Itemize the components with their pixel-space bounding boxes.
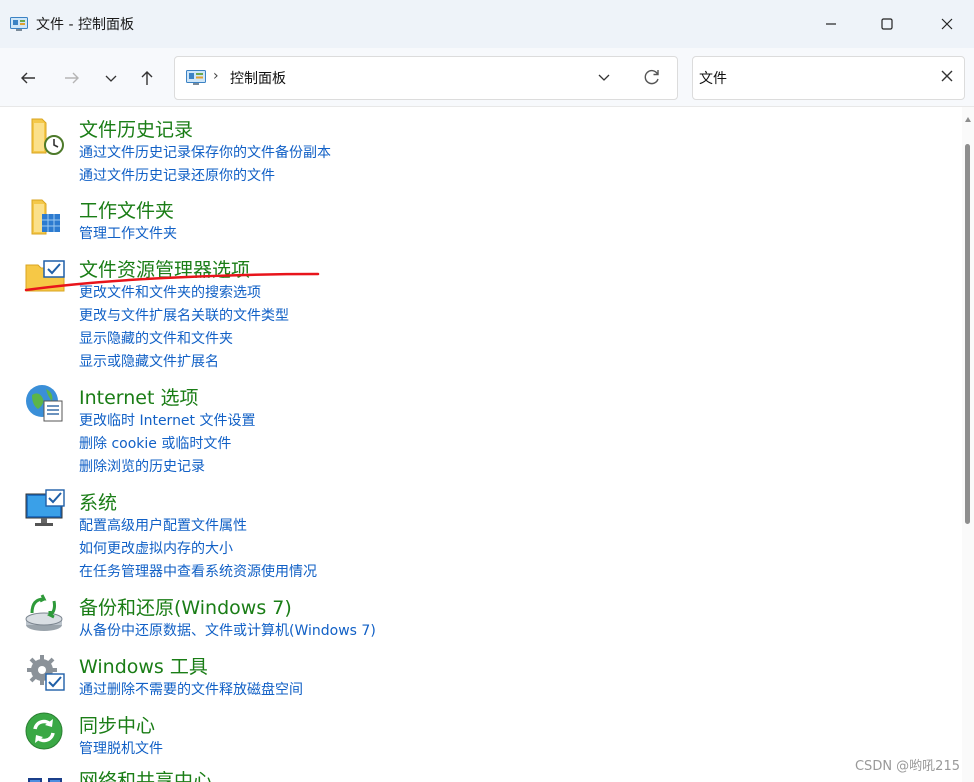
- breadcrumb-separator: ›: [213, 68, 219, 84]
- system-icon: [25, 489, 65, 526]
- address-bar[interactable]: › 控制面板: [174, 56, 678, 100]
- up-button[interactable]: [135, 66, 159, 90]
- control-panel-icon: [186, 70, 206, 85]
- arrow-up-icon: [141, 71, 153, 85]
- item-link[interactable]: 删除浏览的历史记录: [79, 456, 256, 479]
- address-dropdown-icon[interactable]: [596, 69, 612, 85]
- item-links: 通过删除不需要的文件释放磁盘空间: [79, 679, 303, 702]
- item-link[interactable]: 通过删除不需要的文件释放磁盘空间: [79, 679, 303, 702]
- item-link[interactable]: 显示或隐藏文件扩展名: [79, 351, 289, 374]
- item-link[interactable]: 如何更改虚拟内存的大小: [79, 538, 317, 561]
- recent-locations-button[interactable]: [99, 66, 123, 90]
- item-link[interactable]: 管理脱机文件: [79, 738, 163, 761]
- close-icon: [941, 18, 953, 30]
- item-title[interactable]: 备份和还原(Windows 7): [79, 593, 292, 620]
- watermark: CSDN @哟吼215: [854, 759, 960, 774]
- item-title[interactable]: Internet 选项: [79, 383, 198, 410]
- internet-options-icon: [26, 385, 63, 422]
- item-title[interactable]: Windows 工具: [79, 652, 208, 679]
- item-link[interactable]: 更改临时 Internet 文件设置: [79, 410, 256, 433]
- chevron-down-icon: [105, 75, 117, 82]
- item-title[interactable]: 工作文件夹: [79, 196, 174, 223]
- back-button[interactable]: [16, 66, 40, 90]
- minimize-button[interactable]: [814, 10, 848, 38]
- item-title[interactable]: 文件历史记录: [79, 115, 193, 142]
- refresh-icon[interactable]: [642, 67, 662, 87]
- sync-center-icon: [25, 712, 63, 750]
- window-title: 文件 - 控制面板: [36, 17, 134, 33]
- search-results: 文件历史记录 通过文件历史记录保存你的文件备份副本 通过文件历史记录还原你的文件…: [0, 107, 962, 782]
- item-link[interactable]: 更改文件和文件夹的搜索选项: [79, 282, 289, 305]
- item-link[interactable]: 通过文件历史记录保存你的文件备份副本: [79, 142, 331, 165]
- clear-search-icon[interactable]: [940, 69, 954, 83]
- vertical-scrollbar[interactable]: [962, 107, 974, 782]
- item-links: 从备份中还原数据、文件或计算机(Windows 7): [79, 620, 376, 643]
- item-links: 管理脱机文件: [79, 738, 163, 761]
- item-title[interactable]: 同步中心: [79, 711, 155, 738]
- item-link[interactable]: 配置高级用户配置文件属性: [79, 515, 317, 538]
- windows-tools-icon: [27, 655, 65, 691]
- item-link[interactable]: 在任务管理器中查看系统资源使用情况: [79, 561, 317, 584]
- item-links: 更改文件和文件夹的搜索选项 更改与文件扩展名关联的文件类型 显示隐藏的文件和文件…: [79, 282, 289, 374]
- item-links: 通过文件历史记录保存你的文件备份副本 通过文件历史记录还原你的文件: [79, 142, 331, 188]
- item-link[interactable]: 删除 cookie 或临时文件: [79, 433, 256, 456]
- maximize-button[interactable]: [870, 10, 904, 38]
- breadcrumb-control-panel[interactable]: 控制面板: [230, 68, 286, 88]
- title-bar: 文件 - 控制面板: [0, 0, 974, 49]
- close-button[interactable]: [930, 10, 964, 38]
- explorer-options-icon: [25, 260, 65, 292]
- scroll-up-arrow-icon[interactable]: [965, 117, 971, 122]
- item-link[interactable]: 显示隐藏的文件和文件夹: [79, 328, 289, 351]
- item-links: 配置高级用户配置文件属性 如何更改虚拟内存的大小 在任务管理器中查看系统资源使用…: [79, 515, 317, 584]
- item-link[interactable]: 通过文件历史记录还原你的文件: [79, 165, 331, 188]
- arrow-right-icon: [65, 72, 79, 84]
- navigation-toolbar: › 控制面板 文件: [0, 48, 974, 107]
- forward-button[interactable]: [60, 66, 84, 90]
- item-links: 更改临时 Internet 文件设置 删除 cookie 或临时文件 删除浏览的…: [79, 410, 256, 479]
- item-title[interactable]: 系统: [79, 488, 117, 515]
- item-link[interactable]: 管理工作文件夹: [79, 223, 177, 246]
- work-folders-icon: [31, 199, 60, 235]
- maximize-icon: [881, 18, 893, 30]
- control-panel-icon: [10, 17, 28, 31]
- scrollbar-thumb[interactable]: [965, 144, 970, 524]
- item-title[interactable]: 网络和共享中心: [79, 766, 212, 782]
- search-box[interactable]: 文件: [692, 56, 965, 100]
- search-input[interactable]: 文件: [699, 68, 727, 88]
- minimize-icon: [826, 23, 836, 25]
- item-title[interactable]: 文件资源管理器选项: [79, 255, 250, 282]
- backup-restore-icon: [25, 594, 63, 631]
- item-links: 管理工作文件夹: [79, 223, 177, 246]
- network-sharing-icon: [28, 778, 62, 782]
- file-history-icon: [31, 118, 64, 155]
- arrow-left-icon: [21, 72, 35, 84]
- item-link[interactable]: 更改与文件扩展名关联的文件类型: [79, 305, 289, 328]
- item-link[interactable]: 从备份中还原数据、文件或计算机(Windows 7): [79, 620, 376, 643]
